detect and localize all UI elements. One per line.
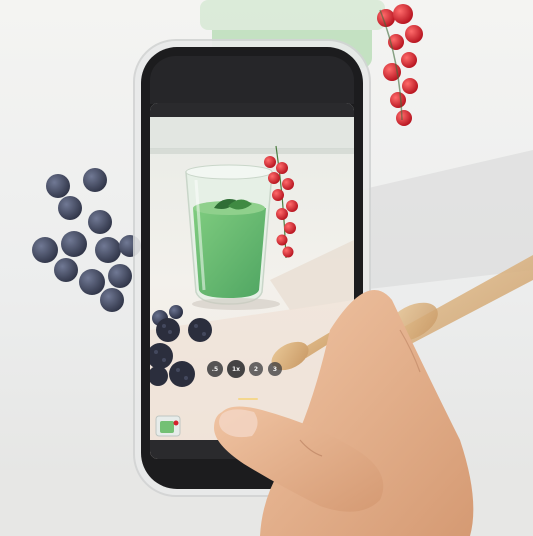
photo-scene: .5 1x 2 3: [0, 0, 533, 536]
zoom-option-label: .5: [212, 366, 218, 373]
zoom-option-label: 2: [254, 366, 258, 373]
smoothie-glass: [185, 164, 273, 305]
zoom-option-2[interactable]: 2: [249, 362, 263, 376]
zoom-option-1[interactable]: 1x: [227, 360, 245, 378]
gallery-thumbnail-icon[interactable]: [155, 415, 181, 437]
scene-illustration: .5 1x 2 3: [0, 0, 533, 536]
zoom-option-label: 1x: [232, 366, 240, 373]
zoom-option-label: 3: [273, 366, 277, 373]
mode-indicator: [238, 398, 258, 400]
zoom-option-0[interactable]: .5: [207, 361, 223, 377]
zoom-option-3[interactable]: 3: [268, 362, 282, 376]
